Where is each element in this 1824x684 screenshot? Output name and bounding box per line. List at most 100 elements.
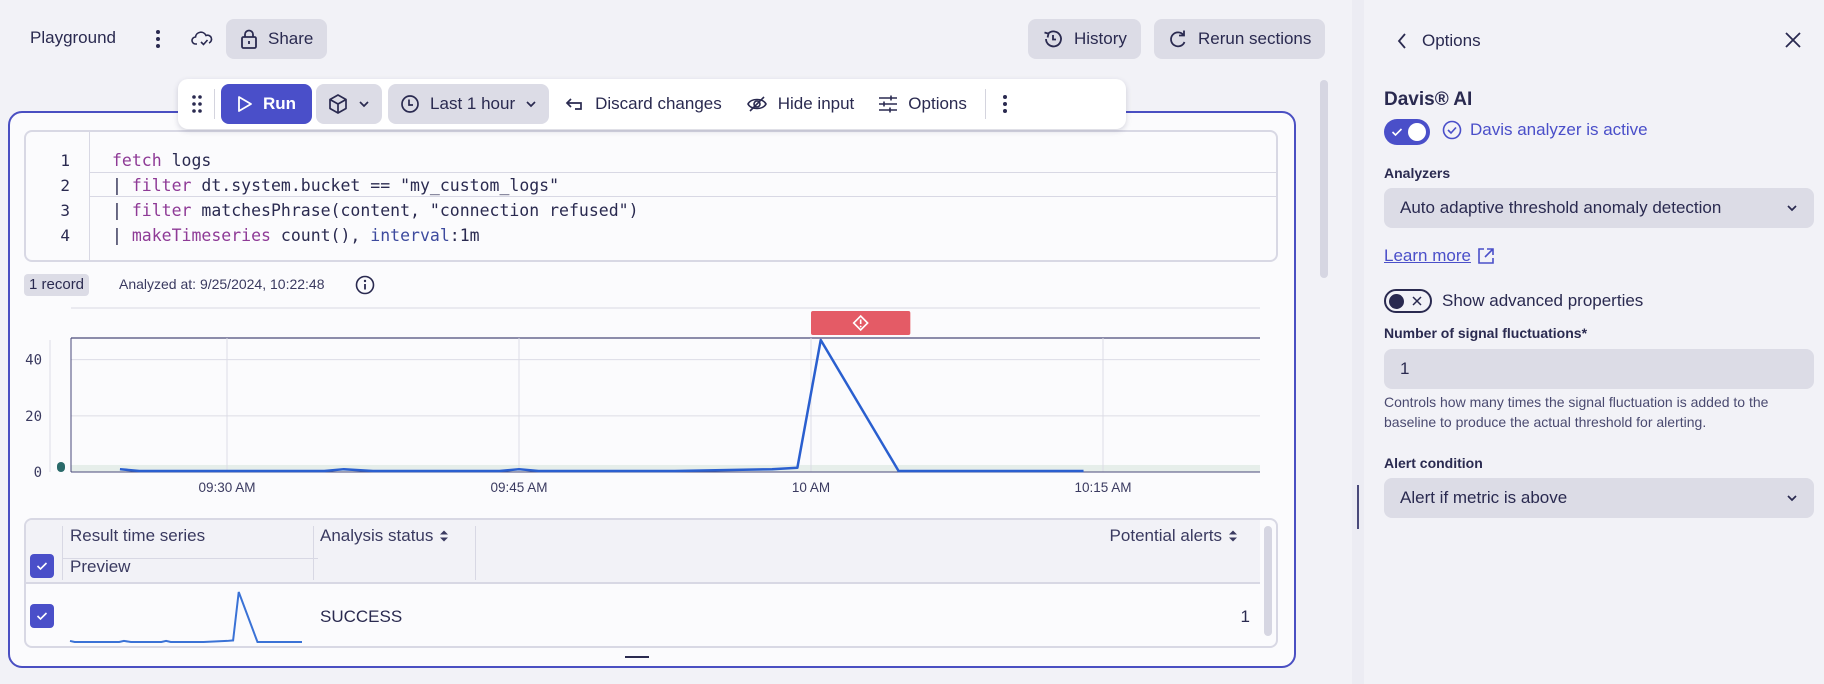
code-line[interactable]: fetch logs [112, 148, 211, 173]
warning-dot [859, 325, 862, 328]
learn-more-label: Learn more [1384, 246, 1471, 265]
x-tick-label: 09:30 AM [198, 480, 255, 495]
check-icon [1391, 128, 1403, 137]
alert-condition-select[interactable]: Alert if metric is above [1384, 478, 1814, 518]
code-token: count(), [270, 226, 371, 245]
drag-handle-icon [192, 95, 202, 113]
davis-ai-heading: Davis® AI [1384, 89, 1473, 110]
chevron-down-icon [526, 101, 536, 108]
timeframe-label: Last 1 hour [430, 94, 516, 113]
lock-icon [241, 29, 257, 49]
panel-title: Options [1422, 31, 1481, 50]
data-source-dropdown[interactable] [316, 84, 383, 124]
line-number: 3 [60, 201, 70, 220]
hide-input-label: Hide input [777, 94, 855, 113]
clock-icon [401, 95, 419, 113]
timeseries-chart[interactable]: 0 20 40 09:30 AM 09:45 AM 10 AM 10:15 AM [10, 300, 1280, 500]
discard-changes-button[interactable]: Discard changes [553, 84, 734, 124]
code-token: "connection refused" [429, 201, 629, 220]
timeframe-selector[interactable]: Last 1 hour [388, 84, 550, 124]
analyzer-value: Auto adaptive threshold anomaly detectio… [1400, 198, 1722, 217]
column-header-analysis-status[interactable]: Analysis status [320, 526, 449, 546]
share-label: Share [268, 29, 314, 48]
section-scrollbar[interactable] [1320, 80, 1328, 278]
history-button[interactable]: History [1028, 19, 1141, 59]
section-more-button[interactable] [992, 84, 1018, 124]
code-line[interactable]: | makeTimeseries count(), interval:1m [112, 223, 480, 248]
code-token: makeTimeseries [131, 226, 271, 245]
sliders-icon [879, 95, 898, 113]
code-token: fetch [112, 151, 162, 170]
analysis-status-cell: SUCCESS [320, 607, 403, 626]
column-header-preview: Preview [70, 557, 131, 576]
code-token: | [112, 226, 132, 245]
code-token: | [112, 176, 132, 195]
code-token: "my_custom_logs" [400, 176, 560, 195]
chevron-down-icon [1787, 495, 1797, 502]
pane-divider[interactable] [1352, 0, 1364, 684]
select-all-checkbox[interactable] [30, 554, 54, 578]
potential-alerts-cell: 1 [1240, 607, 1250, 626]
table-scrollbar[interactable] [1264, 526, 1272, 636]
signal-fluctuations-input[interactable] [1384, 349, 1814, 389]
y-tick-label: 40 [25, 353, 42, 369]
options-button[interactable]: Options [866, 84, 979, 124]
column-divider [62, 526, 63, 580]
code-line[interactable]: | filter dt.system.bucket == "my_custom_… [112, 173, 559, 198]
more-menu-icon[interactable] [148, 26, 168, 52]
signal-fluctuations-label: Number of signal fluctuations* [1384, 325, 1588, 341]
notebook-title[interactable]: Playground [30, 28, 116, 48]
close-icon[interactable] [1784, 31, 1802, 54]
cube-icon [329, 94, 347, 114]
rerun-sections-button[interactable]: Rerun sections [1154, 19, 1326, 59]
share-button[interactable]: Share [226, 19, 328, 59]
back-button[interactable]: Options [1396, 31, 1481, 51]
pane-resize-handle[interactable] [1357, 485, 1359, 529]
check-icon [36, 612, 48, 621]
dql-editor[interactable]: 1 2 3 4 fetch logs | filter dt.system.bucket … [24, 130, 1278, 262]
x-tick-label: 09:45 AM [490, 480, 547, 495]
code-token: | [112, 201, 132, 220]
code-line[interactable]: | filter matchesPhrase(content, "connect… [112, 198, 639, 223]
options-label: Options [908, 94, 967, 113]
section-toolbar: Run Last 1 hour Discard changes Hide inp… [178, 79, 1126, 129]
advanced-properties-toggle[interactable] [1384, 289, 1432, 313]
code-token: dt.system.bucket == [191, 176, 401, 195]
chevron-down-icon [1787, 205, 1797, 212]
advanced-properties-label: Show advanced properties [1442, 291, 1644, 310]
column-header-series: Result time series [70, 526, 206, 545]
results-table: Result time series Preview Analysis stat… [24, 518, 1278, 648]
external-link-icon [1478, 248, 1494, 264]
row-checkbox[interactable] [30, 604, 54, 628]
sort-icon [1229, 530, 1237, 542]
info-icon[interactable] [354, 274, 376, 301]
code-token: matchesPhrase(content, [191, 201, 430, 220]
hide-input-button[interactable]: Hide input [734, 84, 867, 124]
play-icon [238, 96, 252, 112]
history-label: History [1074, 29, 1127, 48]
rerun-label: Rerun sections [1198, 29, 1312, 48]
drag-handle[interactable] [186, 84, 208, 124]
chevron-down-icon [359, 101, 369, 108]
chevron-left-icon [1397, 33, 1406, 49]
davis-enable-toggle[interactable] [1384, 119, 1430, 145]
code-token: logs [161, 151, 212, 170]
analyzed-at-text: Analyzed at: 9/25/2024, 10:22:48 [119, 276, 325, 292]
column-divider [475, 526, 476, 580]
line-number: 4 [60, 226, 70, 245]
more-vertical-icon [1002, 95, 1007, 113]
potential-alerts-label: Potential alerts [1109, 526, 1222, 545]
column-header-potential-alerts[interactable]: Potential alerts [1110, 526, 1238, 546]
section-resize-handle[interactable] [625, 656, 649, 658]
y-tick-label: 20 [25, 409, 42, 425]
line-number: 2 [60, 176, 70, 195]
toggle-knob [1408, 123, 1426, 141]
learn-more-link[interactable]: Learn more [1384, 246, 1495, 266]
run-button[interactable]: Run [221, 84, 313, 124]
check-icon [36, 562, 48, 571]
analyzer-select[interactable]: Auto adaptive threshold anomaly detectio… [1384, 188, 1814, 228]
x-icon [1412, 296, 1422, 306]
alert-condition-label: Alert condition [1384, 455, 1483, 471]
undo-arrow-icon [565, 98, 582, 110]
davis-active-text: Davis analyzer is active [1470, 120, 1648, 139]
